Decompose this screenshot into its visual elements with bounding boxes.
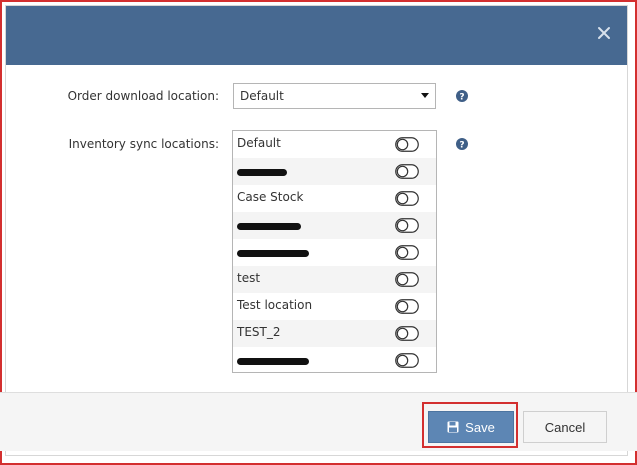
dialog-header	[6, 6, 627, 65]
location-name: Test location	[237, 298, 313, 312]
redacted-location-name	[237, 250, 309, 257]
location-name: test	[237, 271, 261, 285]
toggle-switch[interactable]	[395, 137, 419, 152]
redacted-location-name	[237, 358, 309, 365]
toggle-switch[interactable]	[395, 245, 419, 260]
order-download-location-value: Default	[240, 89, 284, 103]
svg-text:?: ?	[459, 92, 464, 102]
inventory-sync-location-list[interactable]: Default Case Stock test Test location TEST_2	[232, 130, 437, 373]
location-row: TEST_2	[233, 320, 436, 347]
save-button[interactable]: Save	[428, 411, 514, 443]
location-name: Case Stock	[237, 190, 304, 204]
save-button-label: Save	[465, 419, 495, 435]
location-row	[233, 347, 436, 372]
location-row: Test location	[233, 293, 436, 320]
location-row: Default	[233, 131, 436, 158]
location-row	[233, 212, 436, 239]
redacted-location-name	[237, 223, 301, 230]
location-name: Default	[237, 136, 281, 150]
help-icon[interactable]: ?	[456, 138, 468, 150]
toggle-switch[interactable]	[395, 326, 419, 341]
location-row	[233, 239, 436, 266]
dropdown-arrow-icon	[421, 91, 429, 99]
cancel-button[interactable]: Cancel	[523, 411, 607, 443]
location-name: TEST_2	[237, 325, 281, 339]
toggle-switch[interactable]	[395, 272, 419, 287]
close-icon[interactable]	[595, 24, 613, 42]
location-row	[233, 158, 436, 185]
floppy-disk-icon	[447, 421, 459, 433]
svg-text:?: ?	[459, 140, 464, 150]
toggle-switch[interactable]	[395, 164, 419, 179]
cancel-button-label: Cancel	[544, 419, 586, 435]
location-row: Case Stock	[233, 185, 436, 212]
redacted-location-name	[237, 169, 287, 176]
help-icon[interactable]: ?	[456, 90, 468, 102]
toggle-switch[interactable]	[395, 191, 419, 206]
inventory-sync-locations-label: Inventory sync locations:	[68, 137, 219, 151]
toggle-switch[interactable]	[395, 299, 419, 314]
order-download-location-select[interactable]: Default	[233, 83, 436, 109]
toggle-switch[interactable]	[395, 353, 419, 368]
order-download-location-label: Order download location:	[67, 89, 219, 103]
toggle-switch[interactable]	[395, 218, 419, 233]
location-row: test	[233, 266, 436, 293]
